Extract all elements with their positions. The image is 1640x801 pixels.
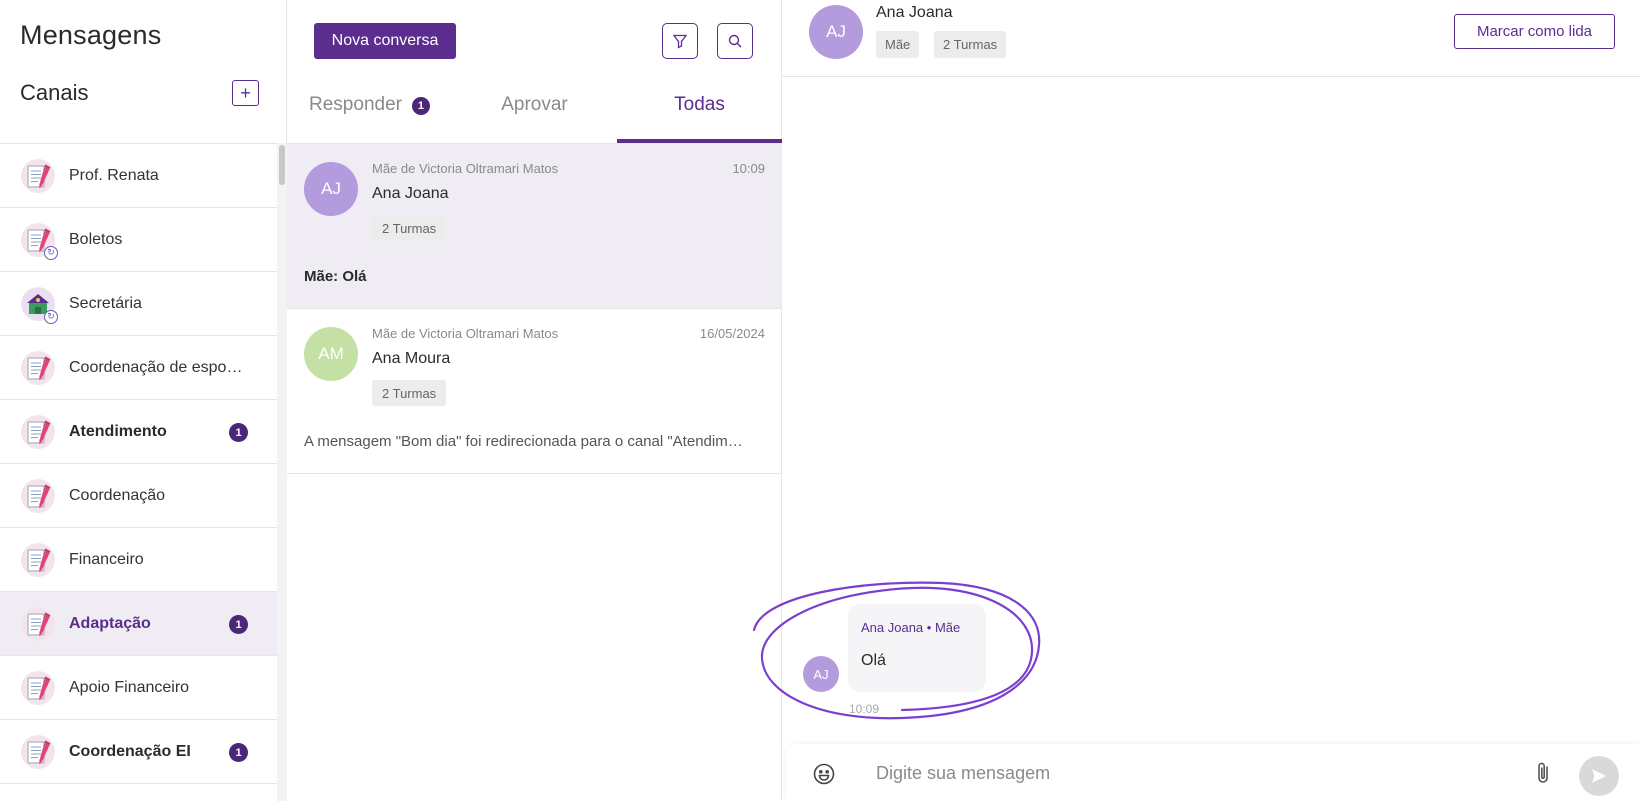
channel-label: Coordenação de esport…	[69, 358, 244, 376]
notebook-pencil-icon: ↻	[21, 222, 58, 260]
conversation-time: 16/05/2024	[699, 326, 765, 341]
conversation-preview: A mensagem "Bom dia" foi redirecionada p…	[304, 433, 743, 450]
emoji-icon[interactable]	[812, 762, 836, 786]
search-icon	[728, 34, 742, 48]
conversation-preview: Mãe: Olá	[304, 268, 367, 285]
conversation-subtitle: Mãe de Victoria Oltramari Matos	[372, 326, 559, 341]
tab-label: Todas	[674, 94, 725, 115]
notebook-pencil-icon	[21, 350, 55, 385]
notebook-pencil-icon	[21, 542, 55, 577]
channel-label: Atendimento	[69, 422, 167, 440]
filter-icon	[672, 34, 688, 49]
conversation-item[interactable]: AJ Mãe de Victoria Oltramari Matos 10:09 An…	[287, 144, 782, 309]
conversation-tag: 2 Turmas	[372, 215, 447, 241]
channel-item[interactable]: ↻ Secretária	[0, 272, 277, 336]
channel-scrollbar[interactable]	[277, 143, 287, 801]
channels-heading: Canais	[20, 80, 89, 105]
sync-icon: ↻	[44, 309, 58, 324]
channel-label: Financeiro	[69, 550, 144, 568]
mark-as-read-button[interactable]: Marcar como lida	[1454, 14, 1615, 49]
notebook-pencil-icon	[21, 478, 55, 513]
tab-label: Responder	[309, 94, 402, 115]
plus-icon: +	[240, 82, 251, 103]
sync-icon: ↻	[44, 245, 58, 260]
chat-panel: AJ Ana Joana Mãe 2 Turmas Marcar como li…	[752, 0, 1640, 801]
conversation-subtitle: Mãe de Victoria Oltramari Matos	[372, 161, 559, 176]
channel-item[interactable]: Financeiro	[0, 528, 277, 592]
message-author: Ana Joana • Mãe	[861, 620, 961, 635]
app-title: Mensagens	[20, 20, 162, 50]
chat-header: AJ Ana Joana Mãe 2 Turmas Marcar como li…	[782, 0, 1640, 77]
message-input[interactable]	[876, 756, 1476, 790]
message-avatar: AJ	[803, 656, 839, 692]
conversation-tag: 2 Turmas	[372, 380, 447, 406]
channel-item[interactable]: Apoio Financeiro	[0, 656, 277, 720]
conversation-avatar: AJ	[304, 162, 358, 216]
notebook-pencil-icon	[21, 158, 55, 193]
channel-item[interactable]: Prof. Renata	[0, 144, 277, 208]
search-button[interactable]	[717, 23, 753, 59]
school-building-icon: ↻	[21, 286, 58, 324]
channel-list: Prof. Renata ↻ Boletos ↻ Secretária Coordenaç…	[0, 143, 277, 784]
new-conversation-button[interactable]: Nova conversa	[314, 23, 456, 59]
message-time: 10:09	[849, 702, 880, 716]
conversation-list: AJ Mãe de Victoria Oltramari Matos 10:09 An…	[287, 143, 782, 474]
scrollbar-thumb[interactable]	[279, 145, 285, 185]
filter-button[interactable]	[662, 23, 698, 59]
channel-label: Coordenação	[69, 486, 166, 504]
unread-badge: 1	[229, 743, 248, 762]
tab-label: Aprovar	[501, 94, 568, 115]
send-button[interactable]	[1579, 756, 1619, 796]
channel-item[interactable]: ↻ Boletos	[0, 208, 277, 272]
unread-badge: 1	[229, 423, 248, 442]
conversation-name: Ana Joana	[372, 185, 449, 202]
conversation-panel: Nova conversa Responder 1 Aprovar Todas AJ M…	[287, 0, 782, 801]
notebook-pencil-icon	[21, 734, 55, 769]
conversation-avatar: AM	[304, 327, 358, 381]
channel-label: Apoio Financeiro	[69, 678, 190, 696]
conversation-name: Ana Moura	[372, 350, 451, 367]
conversation-tabs: Responder 1 Aprovar Todas	[287, 88, 782, 143]
channel-label: Coordenação EI	[69, 742, 191, 760]
channel-item[interactable]: Coordenação de esport…	[0, 336, 277, 400]
tab-todas[interactable]: Todas	[617, 88, 782, 143]
notebook-pencil-icon	[21, 606, 55, 641]
channel-label: Prof. Renata	[69, 166, 159, 184]
channel-item[interactable]: Coordenação	[0, 464, 277, 528]
tab-aprovar[interactable]: Aprovar	[452, 88, 617, 143]
send-icon	[1592, 769, 1606, 783]
notebook-pencil-icon	[21, 670, 55, 705]
message-text: Olá	[861, 652, 886, 669]
tab-responder[interactable]: Responder 1	[287, 88, 452, 143]
contact-name: Ana Joana	[876, 4, 953, 21]
paperclip-icon[interactable]	[1531, 760, 1555, 786]
channel-item[interactable]: Coordenação EI 1	[0, 720, 277, 784]
message-bubble: Ana Joana • Mãe Olá	[848, 604, 986, 692]
channel-item[interactable]: Adaptação 1	[0, 592, 277, 656]
channel-item[interactable]: Atendimento 1	[0, 400, 277, 464]
unread-badge: 1	[229, 615, 248, 634]
channel-label: Adaptação	[69, 614, 151, 632]
add-channel-button[interactable]: +	[232, 80, 259, 106]
tab-badge: 1	[411, 97, 430, 115]
channels-sidebar: Mensagens Canais + Prof. Renata ↻ Boletos ↻…	[0, 0, 287, 801]
conversation-item[interactable]: AM Mãe de Victoria Oltramari Matos 16/05/2…	[287, 309, 782, 474]
contact-avatar: AJ	[809, 5, 863, 59]
message-composer	[786, 744, 1640, 801]
contact-classes-tag: 2 Turmas	[934, 31, 1007, 58]
notebook-pencil-icon	[21, 414, 55, 449]
channel-label: Secretária	[69, 294, 142, 312]
channel-label: Boletos	[69, 230, 123, 248]
contact-role-tag: Mãe	[876, 31, 920, 58]
conversation-time: 10:09	[732, 161, 765, 176]
